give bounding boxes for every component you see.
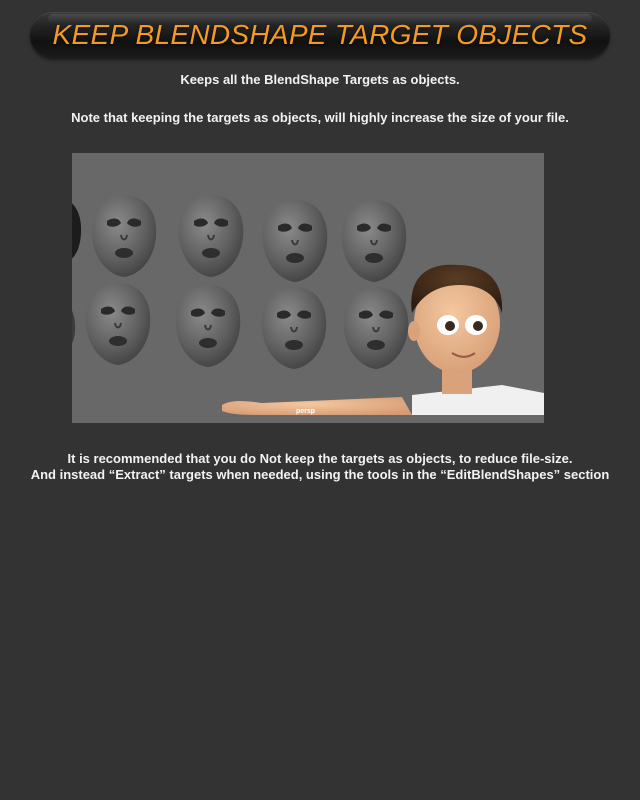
- blendshape-face: [340, 199, 408, 283]
- character-arm: [222, 397, 412, 415]
- recommendation-line-2: And instead “Extract” targets when neede…: [30, 467, 610, 482]
- title-banner: KEEP BLENDSHAPE TARGET OBJECTS: [30, 12, 610, 58]
- blendshape-scene-illustration: [72, 194, 544, 415]
- partial-face-left-top: [72, 203, 82, 259]
- blendshape-face: [260, 286, 328, 370]
- blendshape-face: [342, 286, 410, 370]
- blendshape-face: [177, 194, 245, 278]
- blendshape-face: [174, 284, 242, 368]
- blendshape-face: [90, 194, 158, 278]
- partial-face-left-bottom: [72, 310, 76, 344]
- recommendation-line-1: It is recommended that you do Not keep t…: [67, 451, 573, 466]
- blendshape-face: [84, 282, 152, 366]
- maya-viewport-screenshot: persp: [72, 153, 544, 423]
- character-shirt: [412, 385, 544, 415]
- intro-line-1: Keeps all the BlendShape Targets as obje…: [180, 72, 460, 87]
- intro-line-2: Note that keeping the targets as objects…: [71, 110, 569, 125]
- viewport-camera-label: persp: [296, 408, 316, 415]
- page-title: KEEP BLENDSHAPE TARGET OBJECTS: [52, 19, 588, 50]
- blendshape-face: [261, 199, 329, 283]
